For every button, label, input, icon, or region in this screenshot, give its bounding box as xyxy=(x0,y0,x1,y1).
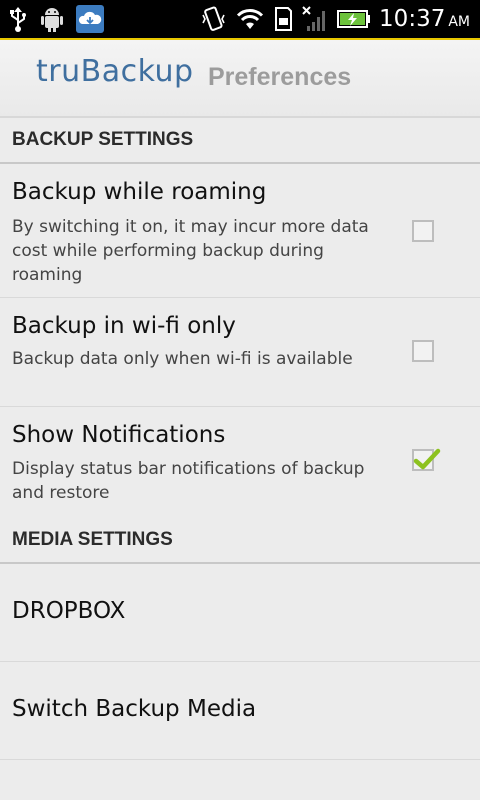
notification-icons xyxy=(8,5,104,33)
switch-backup-media[interactable]: Switch Backup Media xyxy=(0,662,480,760)
pref-title: Show Notifications xyxy=(12,422,226,448)
roaming-checkbox[interactable] xyxy=(412,220,434,242)
section-header-media-settings: MEDIA SETTINGS xyxy=(0,518,480,564)
battery-charging-icon xyxy=(337,9,371,29)
wifi-icon xyxy=(235,7,265,31)
page-title: Preferences xyxy=(208,63,352,91)
wifi-only-checkbox[interactable] xyxy=(412,340,434,362)
section-header-backup-settings: BACKUP SETTINGS xyxy=(0,118,480,164)
notifications-checkbox[interactable] xyxy=(412,448,441,471)
pref-summary: Backup data only when wi-fi is available xyxy=(12,349,353,369)
system-icons: 10:37 AM xyxy=(201,4,470,34)
app-logo: truBackup xyxy=(36,54,194,89)
pref-show-notifications[interactable]: Show Notifications Display status bar no… xyxy=(0,407,480,517)
pref-summary: By switching it on, it may incur more da… xyxy=(12,217,369,285)
sd-card-icon xyxy=(273,6,293,32)
signal-icon xyxy=(301,5,329,33)
checkmark-icon xyxy=(413,448,441,470)
status-bar: 10:37 AM xyxy=(0,0,480,40)
pref-title: Backup while roaming xyxy=(12,179,267,205)
title-bar: truBackup Preferences xyxy=(0,40,480,118)
media-dropbox[interactable]: DROPBOX xyxy=(0,564,480,662)
pref-summary: Display status bar notifications of back… xyxy=(12,459,365,503)
pref-backup-while-roaming[interactable]: Backup while roaming By switching it on,… xyxy=(0,164,480,298)
usb-icon xyxy=(8,6,28,32)
android-debug-icon xyxy=(40,5,64,33)
cloud-app-icon xyxy=(76,5,104,33)
vibrate-icon xyxy=(201,5,227,33)
pref-title: Backup in wi-fi only xyxy=(12,313,236,339)
clock: 10:37 AM xyxy=(379,6,470,32)
pref-backup-wifi-only[interactable]: Backup in wi-fi only Backup data only wh… xyxy=(0,298,480,407)
